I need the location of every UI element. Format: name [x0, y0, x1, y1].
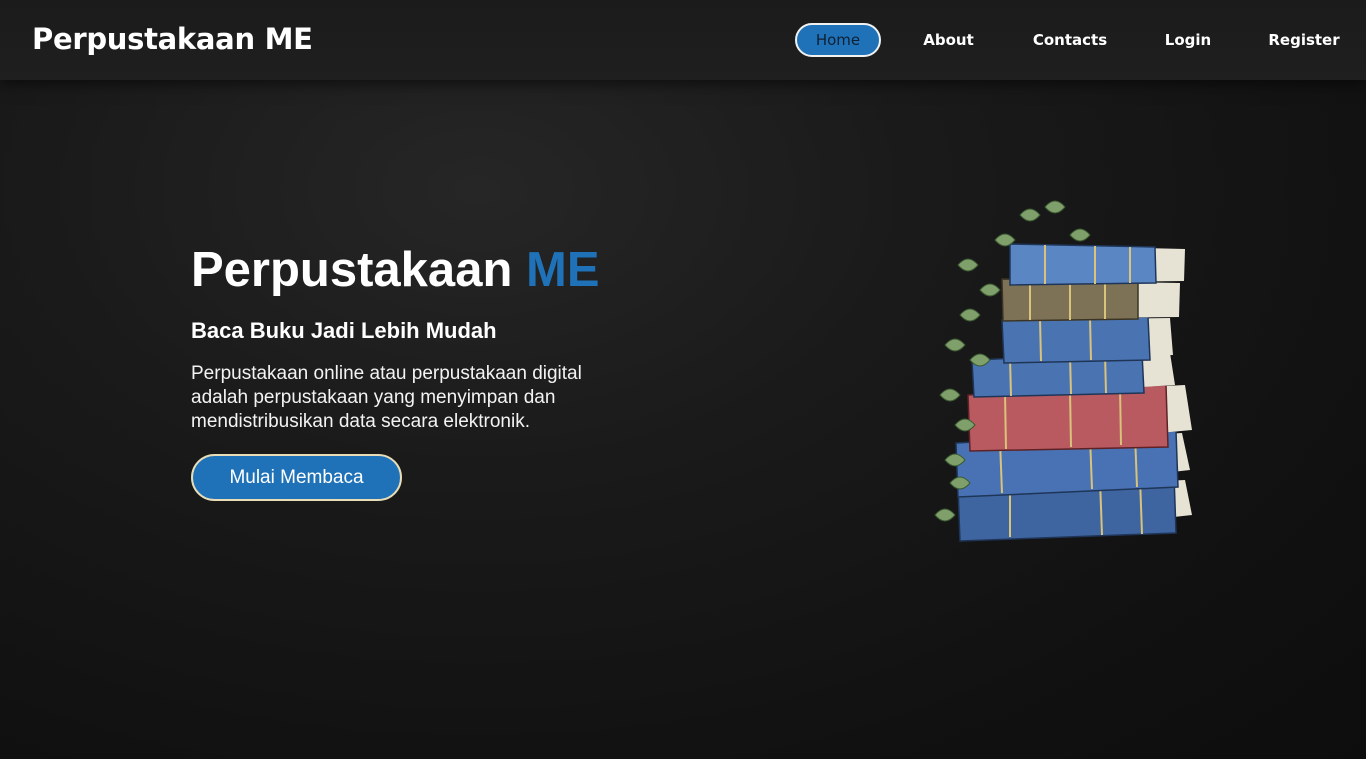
landing-page: Perpustakaan ME Home About Contacts Logi…: [0, 0, 1366, 759]
nav-home-link[interactable]: Home: [795, 23, 881, 57]
nav-about-link[interactable]: About: [923, 23, 974, 57]
start-reading-button[interactable]: Mulai Membaca: [191, 454, 402, 501]
nav-contacts-link[interactable]: Contacts: [1033, 23, 1107, 57]
nav-register-link[interactable]: Register: [1268, 23, 1339, 57]
book-icon: [1001, 316, 1173, 364]
brand-logo[interactable]: Perpustakaan ME: [32, 22, 313, 56]
book-stack-with-ivy-icon: [934, 200, 1192, 542]
nav-login-link[interactable]: Login: [1165, 23, 1211, 57]
hero-title-accent: ME: [526, 243, 600, 297]
hero-title: Perpustakaan ME: [191, 240, 631, 300]
nav-menu: Home About Contacts Login Register: [795, 0, 1340, 80]
hero-section: Perpustakaan ME Baca Buku Jadi Lebih Mud…: [191, 240, 631, 501]
hero-title-main: Perpustakaan: [191, 243, 513, 297]
book-icon: [1009, 243, 1185, 286]
hero-description: Perpustakaan online atau perpustakaan di…: [191, 363, 582, 432]
hero-subtitle: Baca Buku Jadi Lebih Mudah: [191, 318, 497, 343]
navbar: Perpustakaan ME Home About Contacts Logi…: [0, 0, 1366, 80]
